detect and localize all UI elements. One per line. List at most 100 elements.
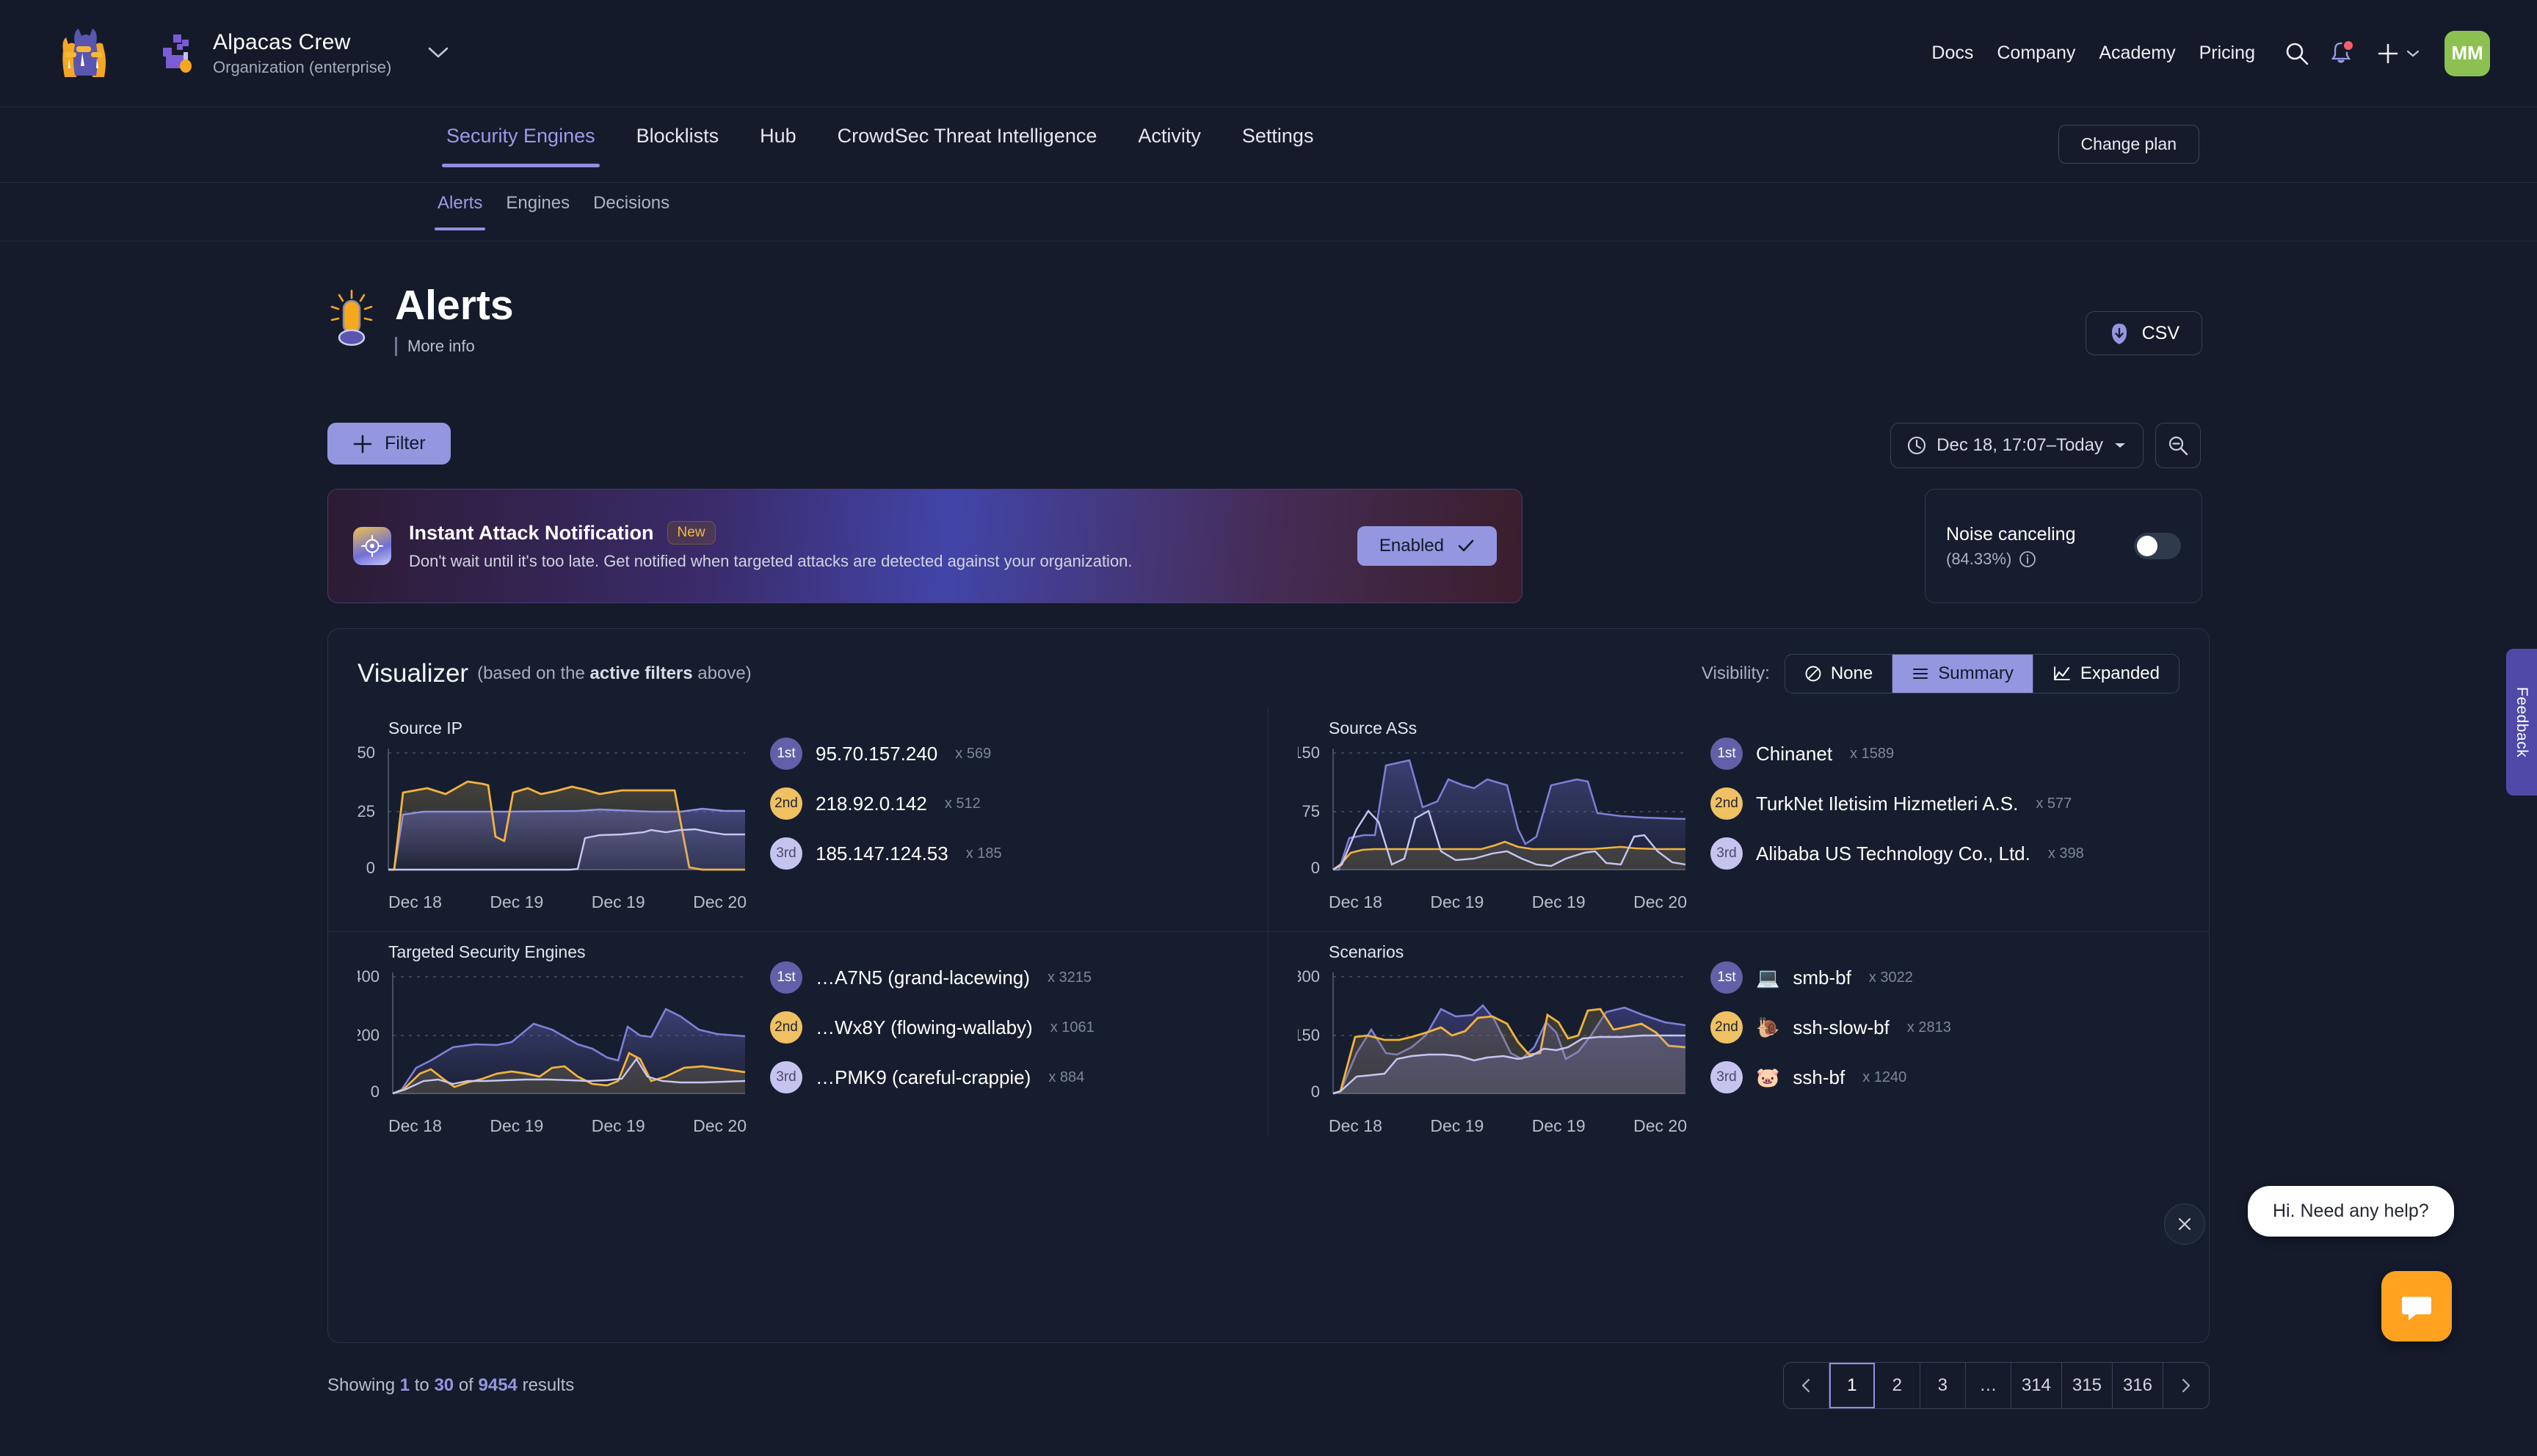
top-nav-academy[interactable]: Academy	[2087, 43, 2187, 64]
list-item[interactable]: 1st 95.70.157.240 x 569	[770, 738, 1002, 770]
radar-target-icon	[353, 527, 391, 565]
pagination-page-314[interactable]: 314	[2011, 1363, 2062, 1408]
main-nav-security-engines[interactable]: Security Engines	[426, 125, 616, 167]
chart-targeted-security-engines: Targeted Security Engines 400 200 0	[357, 942, 747, 1136]
rank-count: x 1061	[1050, 1019, 1095, 1036]
visibility-option-none[interactable]: None	[1785, 655, 1892, 693]
chevron-down-icon[interactable]	[428, 42, 449, 65]
download-cloud-icon	[2108, 322, 2130, 344]
rank-badge: 1st	[1710, 961, 1743, 994]
tab-engines[interactable]: Engines	[494, 193, 581, 230]
list-item[interactable]: 1st Chinanet x 1589	[1710, 738, 2084, 770]
feedback-tab[interactable]: Feedback	[2506, 649, 2537, 796]
status-badge: New	[667, 521, 716, 545]
top-nav-pricing[interactable]: Pricing	[2188, 43, 2267, 64]
rank-badge: 2nd	[770, 1011, 802, 1044]
x-tick: Dec 20	[1633, 1116, 1687, 1136]
page-title: Alerts	[395, 285, 514, 327]
visualizer-subtitle-pre: (based on the	[477, 663, 589, 683]
chat-close-button[interactable]	[2164, 1204, 2205, 1245]
main-nav-activity[interactable]: Activity	[1117, 125, 1222, 167]
csv-export-label: CSV	[2142, 323, 2180, 344]
list-item[interactable]: 2nd TurkNet Iletisim Hizmetleri A.S. x 5…	[1710, 787, 2084, 820]
pagination-page-2[interactable]: 2	[1875, 1363, 1920, 1408]
rank-name: 95.70.157.240	[816, 743, 937, 765]
svg-text:0: 0	[1311, 1082, 1320, 1101]
organization-switcher[interactable]: Alpacas Crew Organization (enterprise)	[163, 30, 449, 77]
app-root: Alpacas Crew Organization (enterprise) D…	[0, 0, 2537, 1456]
list-item[interactable]: 2nd 218.92.0.142 x 512	[770, 787, 1002, 820]
csv-export-button[interactable]: CSV	[2086, 311, 2202, 355]
rank-badge: 3rd	[1710, 1061, 1743, 1093]
noise-canceling-card: Noise canceling (84.33%)	[1925, 489, 2202, 603]
chart-scenarios-xaxis: Dec 18 Dec 19 Dec 19 Dec 20	[1329, 1116, 1687, 1136]
rank-badge: 3rd	[770, 1061, 802, 1093]
main-nav-hub[interactable]: Hub	[739, 125, 817, 167]
results-summary: Showing 1 to 30 of 9454 results	[327, 1375, 574, 1396]
chat-greeting-bubble[interactable]: Hi. Need any help?	[2248, 1186, 2454, 1237]
list-item[interactable]: 1st …A7N5 (grand-lacewing) x 3215	[770, 961, 1095, 994]
pagination-page-316[interactable]: 316	[2113, 1363, 2163, 1408]
pagination-page-3[interactable]: 3	[1920, 1363, 1966, 1408]
check-icon	[1457, 539, 1475, 553]
rank-count: x 512	[945, 796, 981, 812]
zoom-out-button[interactable]	[2155, 423, 2201, 468]
chart-source-as-xaxis: Dec 18 Dec 19 Dec 19 Dec 20	[1329, 892, 1687, 912]
chart-source-ip: Source IP 50 25 0	[357, 718, 747, 912]
rank-count: x 185	[966, 845, 1002, 862]
chat-icon	[2400, 1289, 2433, 1323]
x-tick: Dec 20	[1633, 892, 1687, 912]
ranking-list-targeted-security-engines: 1st …A7N5 (grand-lacewing) x 3215 2nd …W…	[747, 942, 1095, 1093]
visibility-option-expanded[interactable]: Expanded	[2033, 655, 2179, 693]
notifications-bell-icon[interactable]	[2330, 41, 2352, 66]
list-item[interactable]: 1st 💻 smb-bf x 3022	[1710, 961, 1951, 994]
chat-launcher-button[interactable]	[2381, 1271, 2452, 1342]
tab-decisions[interactable]: Decisions	[581, 193, 681, 230]
alpacas-logo-icon[interactable]	[57, 26, 110, 81]
x-tick: Dec 18	[1329, 892, 1382, 912]
list-item[interactable]: 2nd …Wx8Y (flowing-wallaby) x 1061	[770, 1011, 1095, 1044]
ranking-list-source-as: 1st Chinanet x 1589 2nd TurkNet Iletisim…	[1687, 718, 2084, 870]
pagination-prev[interactable]	[1784, 1363, 1829, 1408]
pagination-page-1[interactable]: 1	[1829, 1363, 1875, 1408]
list-item[interactable]: 2nd 🐌 ssh-slow-bf x 2813	[1710, 1011, 1951, 1044]
chart-source-as-title: Source ASs	[1329, 718, 1687, 738]
close-icon	[2176, 1215, 2193, 1233]
clock-icon	[1907, 436, 1926, 455]
main-nav-settings[interactable]: Settings	[1222, 125, 1335, 167]
visualizer-subtitle: (based on the active filters above)	[477, 663, 752, 684]
avatar[interactable]: MM	[2445, 31, 2490, 76]
top-nav-company[interactable]: Company	[1985, 43, 2087, 64]
noise-canceling-toggle[interactable]	[2134, 533, 2181, 559]
main-nav-blocklists[interactable]: Blocklists	[616, 125, 740, 167]
more-info-link[interactable]: More info	[407, 337, 475, 356]
create-new-button[interactable]	[2376, 41, 2420, 66]
top-nav-docs[interactable]: Docs	[1920, 43, 1985, 64]
info-icon[interactable]	[2019, 550, 2036, 568]
date-range-selector[interactable]: Dec 18, 17:07–Today	[1890, 423, 2144, 468]
change-plan-button[interactable]: Change plan	[2058, 125, 2199, 164]
main-nav-crowdsec-threat-intelligence[interactable]: CrowdSec Threat Intelligence	[817, 125, 1118, 167]
pagination-next[interactable]	[2163, 1363, 2209, 1408]
pagination-page-315[interactable]: 315	[2062, 1363, 2113, 1408]
instant-attack-notification-toggle-button[interactable]: Enabled	[1357, 526, 1497, 566]
chart-scenarios: Scenarios 300 150 0	[1298, 942, 1687, 1136]
visualizer-cell-scenarios: Scenarios 300 150 0	[1268, 932, 2209, 1136]
list-item[interactable]: 3rd …PMK9 (careful-crappie) x 884	[770, 1061, 1095, 1093]
svg-text:400: 400	[357, 967, 380, 986]
visibility-option-summary[interactable]: Summary	[1892, 655, 2033, 693]
rank-badge: 2nd	[770, 787, 802, 820]
svg-text:200: 200	[357, 1026, 380, 1044]
list-item[interactable]: 3rd Alibaba US Technology Co., Ltd. x 39…	[1710, 837, 2084, 870]
visibility-segmented-control: None Summary Expanded	[1785, 654, 2180, 694]
rank-count: x 3215	[1048, 969, 1092, 986]
results-post: results	[518, 1375, 574, 1395]
tab-alerts[interactable]: Alerts	[426, 193, 494, 230]
list-item[interactable]: 3rd 🐷 ssh-bf x 1240	[1710, 1061, 1951, 1093]
search-icon[interactable]	[2284, 41, 2309, 66]
visualizer-grid: Source IP 50 25 0	[328, 708, 2209, 1136]
list-item[interactable]: 3rd 185.147.124.53 x 185	[770, 837, 1002, 870]
results-to: 30	[434, 1375, 454, 1395]
add-filter-button[interactable]: Filter	[327, 423, 451, 465]
top-navigation: Docs Company Academy Pricing MM	[1920, 31, 2490, 76]
